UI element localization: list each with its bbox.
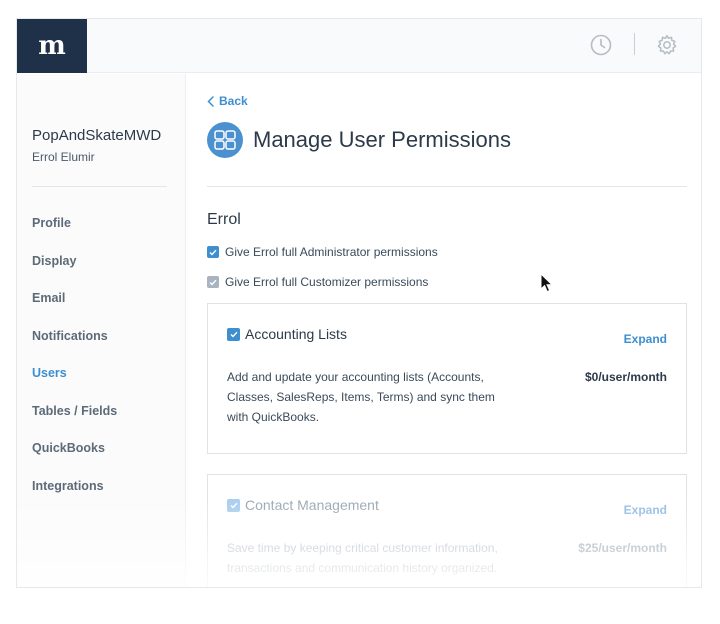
sidebar-item-email[interactable]: Email — [32, 291, 117, 329]
settings-nav: Profile Display Email Notifications User… — [32, 216, 117, 516]
contact-management-checkbox[interactable]: Contact Management — [227, 497, 379, 513]
sidebar-divider — [32, 186, 167, 187]
back-label: Back — [219, 94, 248, 108]
settings-sidebar: PopAndSkateMWD Errol Elumir Profile Disp… — [17, 74, 186, 587]
logo-text: m — [38, 31, 66, 61]
permission-card-accounting-lists: Accounting Lists Expand Add and update y… — [207, 303, 687, 454]
permission-card-contact-management: Contact Management Expand Save time by k… — [207, 474, 687, 587]
mouse-pointer-icon — [540, 273, 554, 293]
gear-icon[interactable] — [655, 33, 679, 57]
customizer-permission-label: Give Errol full Customizer permissions — [225, 275, 429, 289]
sidebar-item-tables-fields[interactable]: Tables / Fields — [32, 404, 117, 442]
card-price: $0/user/month — [584, 370, 667, 384]
card-price: $25/user/month — [578, 541, 667, 555]
brand-logo[interactable]: m — [17, 19, 87, 73]
checkbox-checked-icon — [227, 327, 240, 341]
admin-permission-checkbox[interactable]: Give Errol full Administrator permission… — [207, 245, 438, 259]
card-title: Accounting Lists — [245, 326, 347, 342]
clock-icon[interactable] — [589, 33, 613, 57]
account-user: Errol Elumir — [32, 150, 95, 164]
expand-button[interactable]: Expand — [624, 332, 667, 346]
account-name: PopAndSkateMWD — [32, 127, 162, 144]
chevron-left-icon — [207, 95, 214, 107]
sidebar-item-profile[interactable]: Profile — [32, 216, 117, 254]
customizer-permission-checkbox[interactable]: Give Errol full Customizer permissions — [207, 275, 428, 289]
card-description: Save time by keeping critical customer i… — [227, 541, 498, 575]
admin-permission-label: Give Errol full Administrator permission… — [225, 245, 438, 259]
title-divider — [207, 186, 687, 187]
page-title: Manage User Permissions — [253, 127, 511, 152]
checkbox-checked-icon — [207, 276, 219, 288]
sidebar-item-notifications[interactable]: Notifications — [32, 329, 117, 367]
checkbox-checked-icon — [207, 246, 219, 258]
back-link[interactable]: Back — [207, 94, 248, 108]
sidebar-item-integrations[interactable]: Integrations — [32, 479, 117, 517]
main-content: Back Manage User Permissions Errol Give … — [187, 74, 701, 587]
checkbox-checked-icon — [227, 498, 240, 512]
accounting-lists-checkbox[interactable]: Accounting Lists — [227, 326, 347, 342]
sidebar-item-users[interactable]: Users — [32, 366, 117, 404]
grid-icon — [207, 122, 243, 158]
card-description: Add and update your accounting lists (Ac… — [227, 370, 495, 424]
top-bar: m — [17, 19, 701, 73]
sidebar-item-display[interactable]: Display — [32, 254, 117, 292]
sidebar-item-quickbooks[interactable]: QuickBooks — [32, 441, 117, 479]
expand-button[interactable]: Expand — [624, 503, 667, 517]
app-window: m PopAndSkateMWD Errol Elumir Profile Di… — [16, 18, 702, 588]
top-divider — [634, 33, 635, 55]
user-name-heading: Errol — [207, 211, 241, 228]
card-title: Contact Management — [245, 497, 379, 513]
